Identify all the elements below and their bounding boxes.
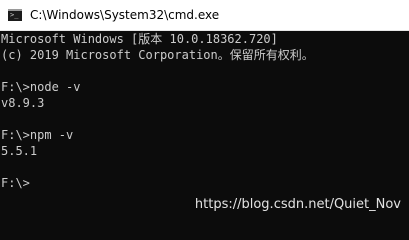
watermark: https://blog.csdn.net/Quiet_Nov — [194, 197, 401, 212]
console-output[interactable]: Microsoft Windows [版本 10.0.18362.720] (c… — [0, 31, 409, 219]
console-line-npm-version: 5.5.1 — [1, 144, 38, 158]
console-line-prompt: F:\> — [1, 176, 30, 190]
cmd-window: >_ C:\Windows\System32\cmd.exe Microsoft… — [0, 0, 409, 219]
console-line-npm-command: F:\>npm -v — [1, 128, 74, 142]
console-line-node-command: F:\>node -v — [1, 80, 81, 94]
console-line-node-version: v8.9.3 — [1, 96, 45, 110]
console-line-copyright: (c) 2019 Microsoft Corporation。保留所有权利。 — [1, 48, 314, 62]
cmd-icon: >_ — [8, 9, 22, 21]
title-bar[interactable]: >_ C:\Windows\System32\cmd.exe — [0, 0, 409, 31]
window-title: C:\Windows\System32\cmd.exe — [30, 8, 220, 22]
console-line-version: Microsoft Windows [版本 10.0.18362.720] — [1, 32, 278, 46]
